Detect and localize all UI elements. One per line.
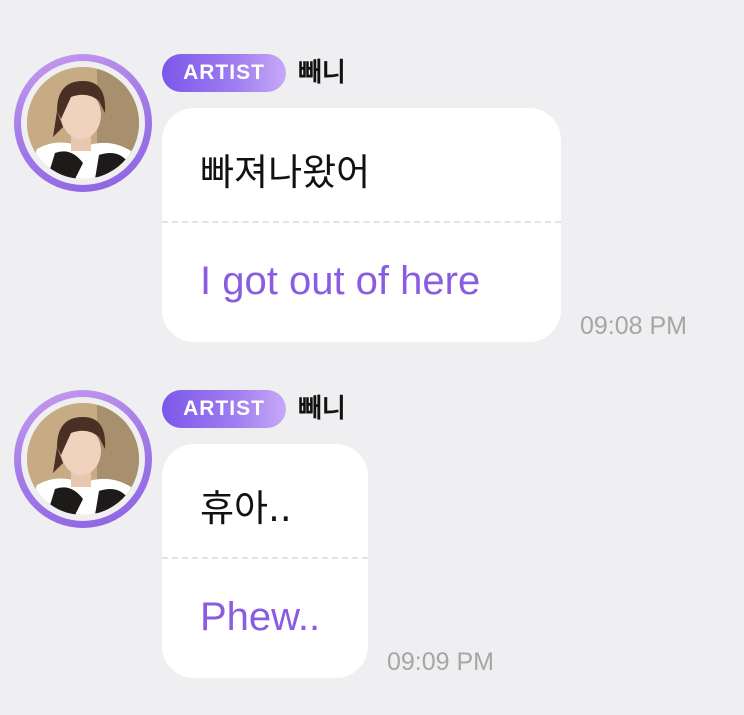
artist-badge: ARTIST: [162, 390, 286, 428]
message-original-text: 휴아..: [200, 487, 292, 530]
sender-name[interactable]: 빼니: [298, 390, 346, 428]
message-translation-text: Phew..: [200, 595, 321, 639]
message-timestamp: 09:09 PM: [387, 648, 495, 676]
translation-divider: [162, 557, 368, 559]
avatar[interactable]: [14, 390, 152, 528]
chat-message: ARTIST 빼니 휴아.. Phew.. 09:09 PM: [0, 0, 744, 715]
avatar-photo: [27, 403, 139, 515]
message-bubble[interactable]: 휴아.. Phew..: [162, 444, 368, 678]
